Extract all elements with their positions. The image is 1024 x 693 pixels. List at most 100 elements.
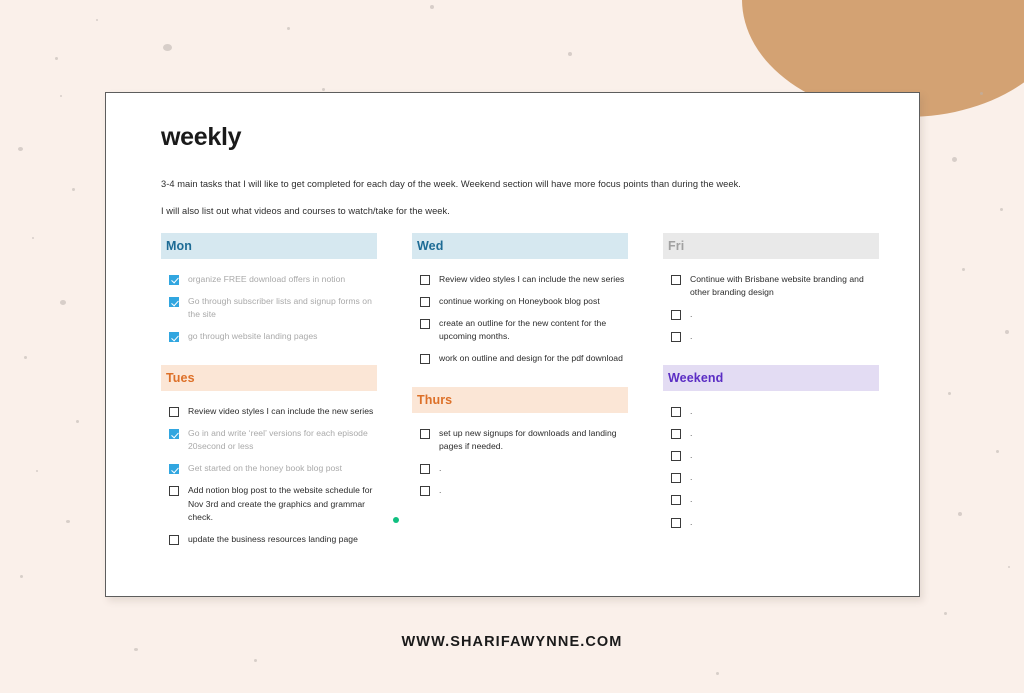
decorative-speck [96,19,98,21]
task-item[interactable]: go through website landing pages [169,330,377,343]
day-header-weekend: Weekend [663,365,879,392]
task-label[interactable]: Review video styles I can include the ne… [188,405,373,418]
task-item[interactable]: . [671,449,879,462]
decorative-speck [20,575,23,578]
task-label[interactable]: go through website landing pages [188,330,317,343]
green-marker-dot-icon [393,516,399,523]
task-label[interactable]: Continue with Brisbane website branding … [690,273,879,299]
task-label[interactable]: organize FREE download offers in notion [188,273,345,286]
day-section-fri: Fri Continue with Brisbane website brandi… [663,232,879,343]
checkbox-unchecked-icon[interactable] [671,332,681,343]
task-label[interactable]: Go in and write ‘reel’ versions for each… [188,427,377,453]
checkbox-unchecked-icon[interactable] [169,486,179,497]
task-item[interactable]: . [671,516,879,529]
decorative-speck [60,95,62,97]
task-item[interactable]: . [420,484,628,497]
task-label[interactable]: . [690,449,692,462]
task-item[interactable]: . [671,330,879,343]
task-item[interactable]: Review video styles I can include the ne… [420,273,628,286]
task-item[interactable]: continue working on Honeybook blog post [420,295,628,308]
task-label[interactable]: . [439,462,441,475]
task-item[interactable]: . [671,471,879,484]
checkbox-checked-icon[interactable] [169,429,179,440]
task-item[interactable]: . [671,493,879,506]
task-item[interactable]: . [671,308,879,321]
checkbox-unchecked-icon[interactable] [671,517,681,528]
task-item[interactable]: . [420,462,628,475]
task-label[interactable]: Add notion blog post to the website sche… [188,484,377,523]
decorative-speck [24,356,27,359]
decorative-speck [430,5,434,9]
checkbox-unchecked-icon[interactable] [671,495,681,506]
task-item[interactable]: Add notion blog post to the website sche… [169,484,399,523]
decorative-speck [958,512,962,516]
day-section-tues: Tues Review video styles I can include th… [161,365,399,546]
intro-line-2: I will also list out what videos and cou… [161,206,450,217]
task-label[interactable]: . [690,493,692,506]
checkbox-unchecked-icon[interactable] [420,319,430,330]
decorative-speck [568,52,572,56]
checkbox-checked-icon[interactable] [169,332,179,343]
day-header-mon: Mon [161,232,377,259]
task-item[interactable]: Go through subscriber lists and signup f… [169,295,377,321]
task-item[interactable]: organize FREE download offers in notion [169,273,377,286]
checkbox-checked-icon[interactable] [169,464,179,475]
decorative-speck [55,57,58,60]
checkbox-unchecked-icon[interactable] [671,429,681,440]
task-item[interactable]: Continue with Brisbane website branding … [671,273,879,299]
decorative-speck [1005,330,1009,334]
checkbox-unchecked-icon[interactable] [420,354,430,365]
checkbox-unchecked-icon[interactable] [420,486,430,497]
task-label[interactable]: Review video styles I can include the ne… [439,273,624,286]
day-section-mon: Mon organize FREE download offers in noti… [161,232,377,343]
checkbox-unchecked-icon[interactable] [671,310,681,321]
checkbox-unchecked-icon[interactable] [420,464,430,475]
task-label[interactable]: . [439,484,441,497]
task-label[interactable]: create an outline for the new content fo… [439,317,628,343]
task-label[interactable]: set up new signups for downloads and lan… [439,427,628,453]
task-label[interactable]: . [690,516,692,529]
day-section-weekend: Weekend...... [663,365,879,528]
checkbox-unchecked-icon[interactable] [169,534,179,545]
task-label[interactable]: . [690,471,692,484]
checkbox-checked-icon[interactable] [169,297,179,307]
decorative-speck [66,520,70,523]
task-list-thurs: set up new signups for downloads and lan… [412,413,628,497]
decorative-speck [716,672,719,675]
task-item[interactable]: Get started on the honey book blog post [169,462,377,475]
task-item[interactable]: . [671,427,879,440]
task-item[interactable]: Review video styles I can include the ne… [169,405,377,418]
task-label[interactable]: . [690,405,692,418]
task-item[interactable]: work on outline and design for the pdf d… [420,352,628,365]
decorative-speck [18,147,23,151]
decorative-speck [36,470,38,472]
checkbox-unchecked-icon[interactable] [420,297,430,307]
task-label[interactable]: . [690,308,692,321]
task-item[interactable]: update the business resources landing pa… [169,533,377,546]
checkbox-unchecked-icon[interactable] [420,429,430,440]
task-label[interactable]: Get started on the honey book blog post [188,462,342,475]
day-header-fri: Fri [663,232,879,259]
task-label[interactable]: work on outline and design for the pdf d… [439,352,623,365]
checkbox-unchecked-icon[interactable] [671,473,681,484]
task-label[interactable]: continue working on Honeybook blog post [439,295,600,308]
checkbox-checked-icon[interactable] [169,274,179,285]
task-item[interactable]: set up new signups for downloads and lan… [420,427,628,453]
task-label[interactable]: . [690,330,692,343]
task-item[interactable]: Go in and write ‘reel’ versions for each… [169,427,377,453]
task-label[interactable]: . [690,427,692,440]
checkbox-unchecked-icon[interactable] [671,451,681,462]
checkbox-unchecked-icon[interactable] [671,407,681,418]
decorative-speck [287,27,290,30]
checkbox-unchecked-icon[interactable] [671,274,681,285]
decorative-speck [944,612,947,615]
task-item[interactable]: . [671,405,879,418]
task-item[interactable]: create an outline for the new content fo… [420,317,628,343]
planner-column: Mon organize FREE download offers in noti… [161,232,399,555]
task-label[interactable]: update the business resources landing pa… [188,533,358,546]
task-label[interactable]: Go through subscriber lists and signup f… [188,295,377,321]
checkbox-unchecked-icon[interactable] [420,274,430,285]
checkbox-unchecked-icon[interactable] [169,407,179,418]
decorative-speck [322,88,325,91]
day-header-tues: Tues [161,365,377,392]
